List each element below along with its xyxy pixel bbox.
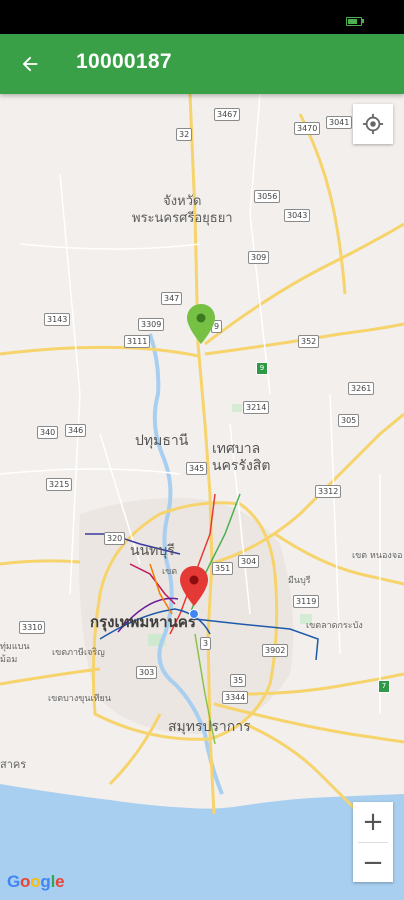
red-pin[interactable] [180, 566, 208, 610]
zoom-in-button[interactable]: + [353, 802, 393, 842]
city-label-nakhon-rangsit-2: นครรังสิต [212, 458, 271, 474]
road-shield: 3470 [294, 122, 321, 135]
map-view[interactable]: จังหวัด พระนครศรีอยุธยา ปทุมธานี เทศบาล … [0, 94, 404, 900]
google-logo-letter: o [20, 872, 31, 891]
road-shield: 3041 [326, 116, 353, 129]
district-label-phasi-charoen: เขตภาษีเจริญ [52, 648, 105, 658]
road-shield: 35 [230, 674, 247, 687]
highway-shield-green: 7 [378, 680, 390, 693]
city-label-nonthaburi: นนทบุรี [130, 543, 175, 559]
battery-icon [346, 17, 362, 26]
road-shield: 303 [136, 666, 158, 679]
road-shield: 304 [238, 555, 260, 568]
city-label-nakhon-rangsit: เทศบาล นครรังสิต [212, 441, 270, 475]
app-bar: 10000187 [0, 34, 404, 94]
road-shield: 3902 [262, 644, 289, 657]
road-shield: 3 [200, 637, 212, 650]
google-logo-letter: e [55, 872, 65, 891]
map-pin-icon [187, 304, 215, 344]
road-shield: 3309 [138, 318, 165, 331]
district-label-lat-krabang: เขตลาดกระบัง [306, 621, 363, 631]
road-shield: 340 [37, 426, 59, 439]
road-shield: 351 [212, 562, 234, 575]
district-label-krathum-baen-1: ทุ่มแบน [0, 642, 30, 652]
road-shield: 3119 [293, 595, 320, 608]
page-title: 10000187 [76, 50, 172, 73]
road-shield: 352 [298, 335, 320, 348]
google-logo-letter: g [40, 872, 51, 891]
district-label-sakhon: สาคร [0, 758, 27, 771]
google-logo-letter: o [30, 872, 41, 891]
district-label-krathum-baen: ทุ่มแบน ม้อม [0, 641, 30, 667]
city-label-pathum-thani: ปทุมธานี [135, 433, 189, 449]
my-location-button[interactable] [353, 104, 393, 144]
zoom-out-button[interactable]: − [353, 843, 393, 883]
road-shield: 3344 [222, 691, 249, 704]
district-label-bang-bua: เขต [162, 567, 178, 577]
green-pin[interactable] [187, 304, 215, 348]
map-pin-icon [180, 566, 208, 606]
highway-shield-green: 9 [256, 362, 268, 375]
district-label-nong-chok: เขต หนองจอ [352, 551, 403, 561]
road-shield: 3043 [284, 209, 311, 222]
road-shield: 309 [248, 251, 270, 264]
battery-tip [362, 19, 364, 23]
district-label-krathum-baen-2: ม้อม [0, 655, 18, 665]
district-label-min-buri: มีนบุรี [288, 576, 311, 586]
status-bar [0, 0, 404, 34]
district-label-bang-khun-thian: เขตบางขุนเทียน [48, 694, 111, 704]
road-shield: 320 [104, 532, 126, 545]
road-shield: 3467 [214, 108, 241, 121]
google-logo: Google [7, 872, 65, 892]
road-shield: 3261 [348, 382, 375, 395]
province-label-ayutthaya: จังหวัด พระนครศรีอยุธยา [132, 193, 233, 227]
road-shield: 3056 [254, 190, 281, 203]
road-shield: 346 [65, 424, 87, 437]
arrow-back-icon [22, 56, 38, 72]
road-shield: 3111 [124, 335, 151, 348]
road-shield: 345 [186, 462, 208, 475]
road-shield: 3214 [243, 401, 270, 414]
city-label-samut-prakan: สมุทรปราการ [168, 719, 251, 735]
road-shield: 347 [161, 292, 183, 305]
province-label-line-1: จังหวัด [163, 194, 202, 209]
road-shield: 3143 [44, 313, 71, 326]
crosshair-icon [362, 113, 384, 135]
road-shield: 3310 [19, 621, 46, 634]
city-label-bangkok: กรุงเทพมหานคร [90, 613, 196, 631]
road-shield: 3312 [315, 485, 342, 498]
back-button[interactable] [12, 46, 48, 82]
city-label-nakhon-rangsit-1: เทศบาล [212, 441, 261, 457]
road-shield: 305 [338, 414, 360, 427]
zoom-controls: + − [353, 802, 393, 882]
province-label-line-2: พระนครศรีอยุธยา [132, 211, 233, 226]
road-shield: 32 [176, 128, 193, 141]
google-logo-letter: G [7, 872, 21, 891]
road-shield: 3215 [46, 478, 73, 491]
